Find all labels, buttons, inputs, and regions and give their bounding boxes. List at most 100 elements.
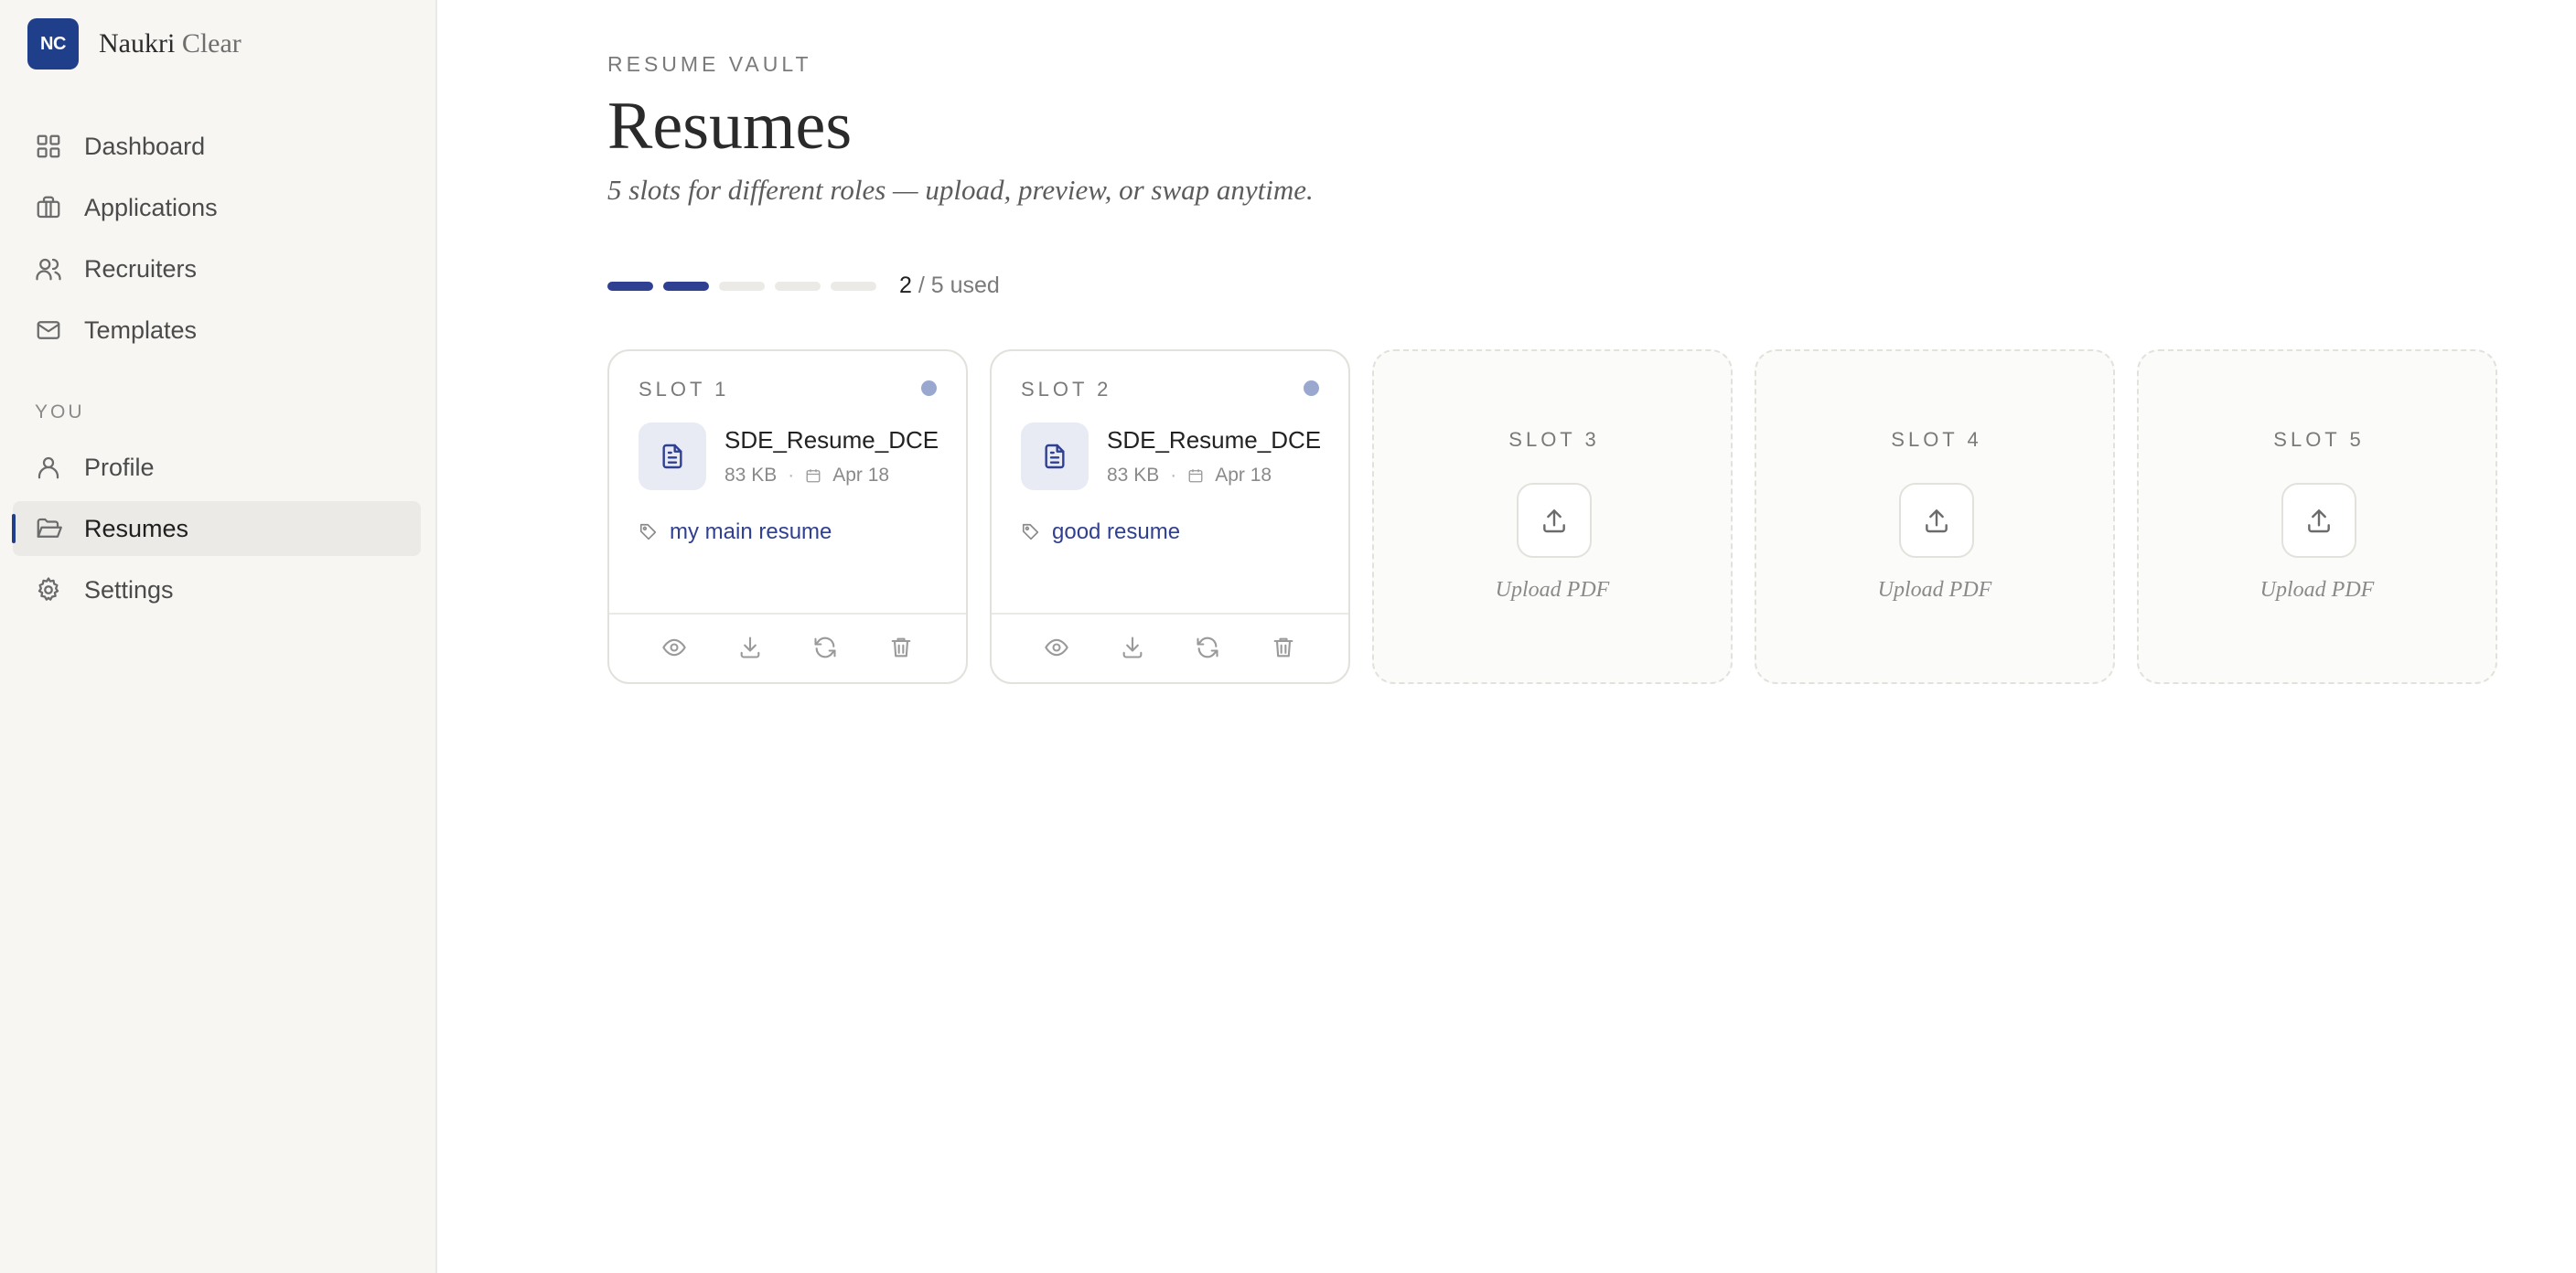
replace-button[interactable] [812, 635, 838, 665]
gear-icon [38, 577, 59, 601]
card-actions [992, 616, 1348, 682]
file-date: Apr 18 [1215, 465, 1272, 486]
card-actions [609, 616, 966, 682]
calendar-icon [806, 469, 821, 483]
sidebar-item-settings[interactable]: Settings [13, 562, 421, 617]
resume-tag[interactable]: my main resume [639, 519, 832, 545]
sidebar-item-label: Dashboard [84, 132, 206, 160]
download-button[interactable] [1120, 635, 1145, 665]
meta-separator: · [1170, 465, 1177, 486]
empty-slot-card[interactable]: SLOT 4 Upload PDF [1755, 349, 2115, 684]
usage-used: 2 [899, 273, 912, 298]
brand-logo: NC [27, 18, 79, 70]
usage-total: / 5 used [911, 273, 1000, 298]
brand[interactable]: NC Naukri Clear [27, 18, 242, 70]
page-subtitle: 5 slots for different roles — upload, pr… [607, 174, 1314, 206]
delete-button[interactable] [888, 635, 914, 665]
upload-button[interactable] [1899, 483, 1974, 558]
usage-segment [607, 281, 653, 291]
file-meta: 83 KB · Apr 18 [1107, 465, 1272, 487]
page-title: Resumes [607, 89, 853, 164]
sidebar-item-applications[interactable]: Applications [13, 180, 421, 235]
sidebar-item-label: Recruiters [84, 254, 198, 283]
replace-button[interactable] [1195, 635, 1220, 665]
usage-text: 2 / 5 used [899, 273, 1000, 299]
slot-label: SLOT 5 [2273, 428, 2365, 451]
download-icon [1122, 636, 1143, 658]
upload-label: Upload PDF [2259, 578, 2375, 602]
sidebar-item-label: Resumes [84, 514, 189, 542]
sidebar-item-recruiters[interactable]: Recruiters [13, 241, 421, 296]
delete-button[interactable] [1271, 635, 1296, 665]
preview-button[interactable] [1044, 635, 1069, 665]
resume-slot-card[interactable]: SLOT 1 SDE_Resume_DCE.pdf 83 KB · Apr 18… [607, 349, 968, 684]
slot-label: SLOT 4 [1891, 428, 1982, 451]
sidebar-item-label: Templates [84, 316, 198, 344]
sidebar-nav: Dashboard Applications Recruiters Templa… [12, 119, 421, 624]
file-size: 83 KB [1107, 465, 1160, 486]
calendar-icon [1188, 469, 1203, 483]
file-icon [639, 423, 706, 490]
meta-separator: · [788, 465, 795, 486]
grid-icon [37, 134, 60, 158]
sidebar-item-resumes[interactable]: Resumes [12, 501, 421, 556]
upload-label: Upload PDF [1495, 578, 1610, 602]
download-button[interactable] [737, 635, 763, 665]
brand-name-main: Naukri [99, 28, 176, 59]
slot-label: SLOT 1 [639, 378, 730, 401]
status-dot [1304, 380, 1319, 396]
refresh-icon [1197, 636, 1218, 658]
file-icon [1021, 423, 1089, 490]
upload-icon [2308, 509, 2330, 533]
sidebar-item-profile[interactable]: Profile [13, 440, 421, 495]
usage-segment [775, 281, 821, 291]
file-date: Apr 18 [832, 465, 890, 486]
tag-label: good resume [1052, 519, 1181, 544]
trash-icon [891, 637, 911, 657]
upload-button[interactable] [2281, 483, 2356, 558]
file-size: 83 KB [724, 465, 778, 486]
upload-label: Upload PDF [1877, 578, 1992, 602]
brand-name-light: Clear [181, 28, 242, 59]
eye-icon [1045, 638, 1068, 656]
refresh-icon [814, 636, 836, 658]
upload-button[interactable] [1517, 483, 1592, 558]
briefcase-icon [37, 196, 60, 219]
download-icon [740, 636, 760, 658]
upload-icon [1926, 509, 1948, 533]
page-eyebrow: RESUME VAULT [607, 52, 812, 76]
mail-icon [37, 321, 60, 339]
resume-slot-card[interactable]: SLOT 2 SDE_Resume_DCE.pdf 83 KB · Apr 18… [990, 349, 1350, 684]
empty-slot-card[interactable]: SLOT 3 Upload PDF [1372, 349, 1733, 684]
usage-segment [831, 281, 876, 291]
upload-icon [1543, 509, 1565, 533]
sidebar-item-dashboard[interactable]: Dashboard [13, 119, 421, 174]
slot-label: SLOT 3 [1508, 428, 1600, 451]
slot-label: SLOT 2 [1021, 378, 1112, 401]
preview-button[interactable] [661, 635, 687, 665]
sidebar-item-label: Profile [84, 453, 155, 481]
user-icon [38, 456, 59, 479]
empty-slot-card[interactable]: SLOT 5 Upload PDF [2137, 349, 2497, 684]
slot-grid: SLOT 1 SDE_Resume_DCE.pdf 83 KB · Apr 18… [607, 349, 2497, 684]
sidebar: NC Naukri Clear Dashboard Applications R… [0, 0, 437, 1273]
trash-icon [1273, 637, 1293, 657]
file-name: SDE_Resume_DCE.pdf [724, 426, 939, 454]
tag-icon [1022, 523, 1039, 540]
file-name: SDE_Resume_DCE.pdf [1107, 426, 1321, 454]
resume-tag[interactable]: good resume [1021, 519, 1180, 545]
status-dot [921, 380, 937, 396]
usage-segment [663, 281, 709, 291]
sidebar-item-label: Settings [84, 575, 174, 604]
brand-name: Naukri Clear [99, 28, 242, 59]
tag-label: my main resume [670, 519, 832, 544]
sidebar-item-templates[interactable]: Templates [13, 303, 421, 358]
sidebar-section-you: YOU [35, 401, 85, 423]
folder-icon [37, 518, 62, 538]
card-divider [992, 613, 1348, 615]
file-meta: 83 KB · Apr 18 [724, 465, 889, 487]
sidebar-item-label: Applications [84, 193, 218, 221]
usage-segment [719, 281, 765, 291]
users-icon [36, 258, 61, 281]
eye-icon [662, 638, 686, 656]
